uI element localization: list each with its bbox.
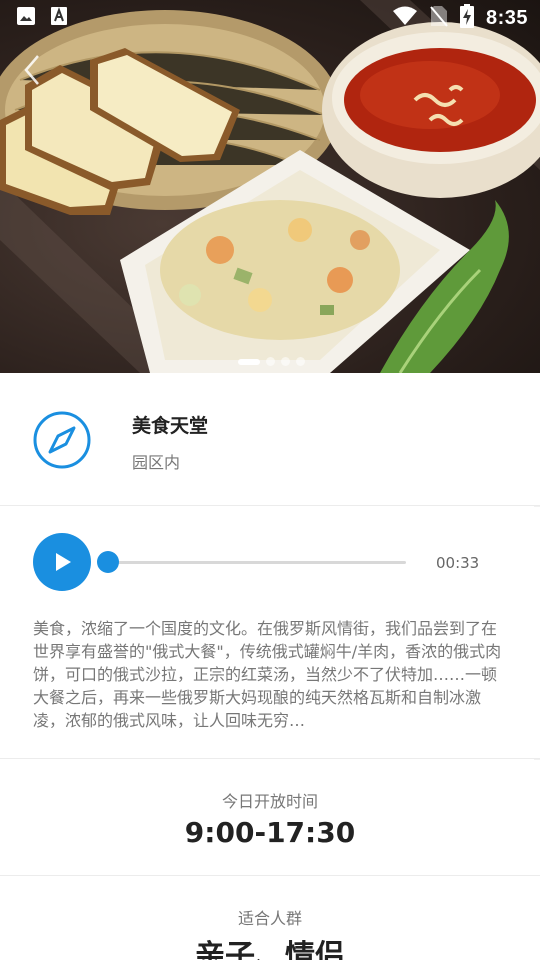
font-a-icon bbox=[50, 6, 68, 30]
audio-progress-track[interactable] bbox=[108, 561, 406, 564]
carousel-dot[interactable] bbox=[266, 357, 275, 366]
compass-icon bbox=[32, 410, 92, 470]
hero-image[interactable] bbox=[0, 0, 540, 373]
opening-hours-section: 今日开放时间 9:00-17:30 bbox=[0, 760, 540, 876]
opening-hours-label: 今日开放时间 bbox=[221, 792, 318, 811]
wifi-icon bbox=[392, 6, 418, 30]
play-icon bbox=[56, 553, 71, 571]
opening-hours-value: 9:00-17:30 bbox=[184, 816, 356, 849]
place-location: 园区内 bbox=[132, 453, 181, 472]
audience-label: 适合人群 bbox=[237, 909, 302, 928]
carousel-dot[interactable] bbox=[296, 357, 305, 366]
audio-seek-thumb[interactable] bbox=[97, 551, 119, 573]
play-button[interactable] bbox=[33, 533, 91, 591]
clock-time: 8:35 bbox=[485, 6, 528, 29]
no-sim-icon bbox=[430, 5, 448, 31]
image-icon bbox=[16, 6, 36, 30]
status-bar: 8:35 bbox=[0, 0, 540, 36]
battery-charging-icon bbox=[459, 4, 474, 32]
audio-duration: 00:33 bbox=[436, 554, 480, 572]
place-info-card: 美食天堂 园区内 bbox=[0, 373, 540, 506]
audience-section: 适合人群 亲子、情侣 bbox=[0, 877, 540, 960]
audio-guide-section: 00:33 美食，浓缩了一个国度的文化。在俄罗斯风情街，我们品尝到了在世界享有盛… bbox=[0, 507, 540, 759]
carousel-dot[interactable] bbox=[281, 357, 290, 366]
carousel-indicator[interactable] bbox=[238, 357, 305, 366]
carousel-dot-active[interactable] bbox=[238, 358, 260, 365]
back-chevron-icon[interactable] bbox=[20, 52, 44, 88]
food-photo bbox=[0, 0, 540, 373]
audience-value: 亲子、情侣 bbox=[195, 939, 345, 960]
description-text: 美食，浓缩了一个国度的文化。在俄罗斯风情街，我们品尝到了在世界享有盛誉的"俄式大… bbox=[33, 619, 502, 730]
place-name: 美食天堂 bbox=[132, 415, 209, 437]
